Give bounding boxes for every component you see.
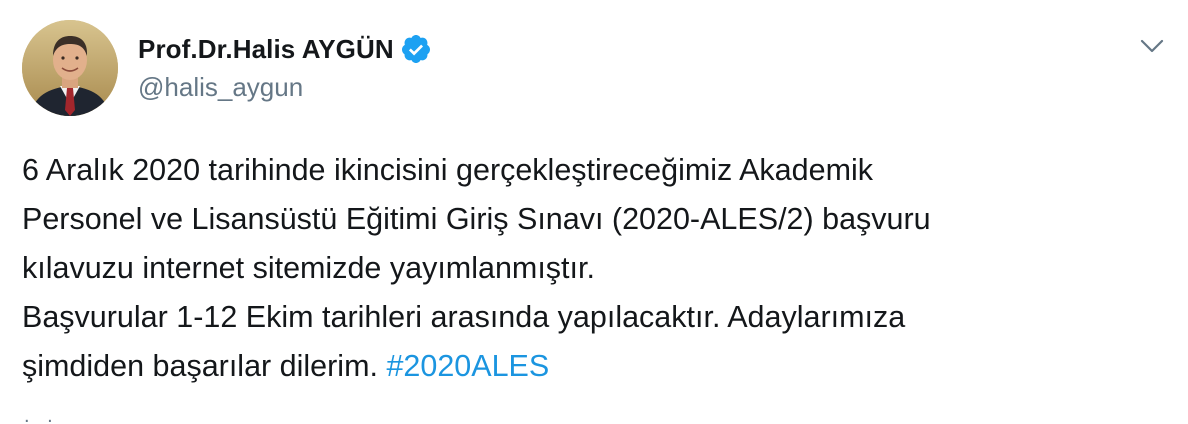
author-handle[interactable]: @halis_aygun (138, 72, 432, 103)
profile-photo-icon (22, 20, 118, 116)
tweet-card: Prof.Dr.Halis AYGÜN @halis_aygun 6 Aralı… (0, 0, 1188, 424)
tweet-text-line: 6 Aralık 2020 tarihinde ikincisini gerçe… (22, 153, 874, 187)
tweet-text-fragment: şimdiden başarılar dilerim. (22, 349, 387, 383)
continuation-dots: . . (24, 405, 59, 424)
tweet-text-line: Personel ve Lisansüstü Eğitimi Giriş Sın… (22, 202, 931, 236)
tweet-text-line: kılavuzu internet sitemizde yayımlanmışt… (22, 251, 595, 285)
author-name-row: Prof.Dr.Halis AYGÜN (138, 30, 432, 68)
verified-badge-icon (400, 33, 432, 65)
tweet-header: Prof.Dr.Halis AYGÜN @halis_aygun (138, 30, 432, 103)
avatar[interactable] (22, 20, 118, 116)
author-display-name[interactable]: Prof.Dr.Halis AYGÜN (138, 34, 394, 65)
hashtag-link[interactable]: #2020ALES (386, 349, 549, 383)
tweet-text: 6 Aralık 2020 tarihinde ikincisini gerçe… (22, 146, 1162, 391)
tweet-text-line-last: şimdiden başarılar dilerim. #2020ALES (22, 342, 1162, 391)
tweet-menu-button[interactable] (1138, 36, 1166, 56)
chevron-down-icon (1140, 39, 1164, 53)
tweet-text-line: Başvurular 1-12 Ekim tarihleri arasında … (22, 300, 906, 334)
